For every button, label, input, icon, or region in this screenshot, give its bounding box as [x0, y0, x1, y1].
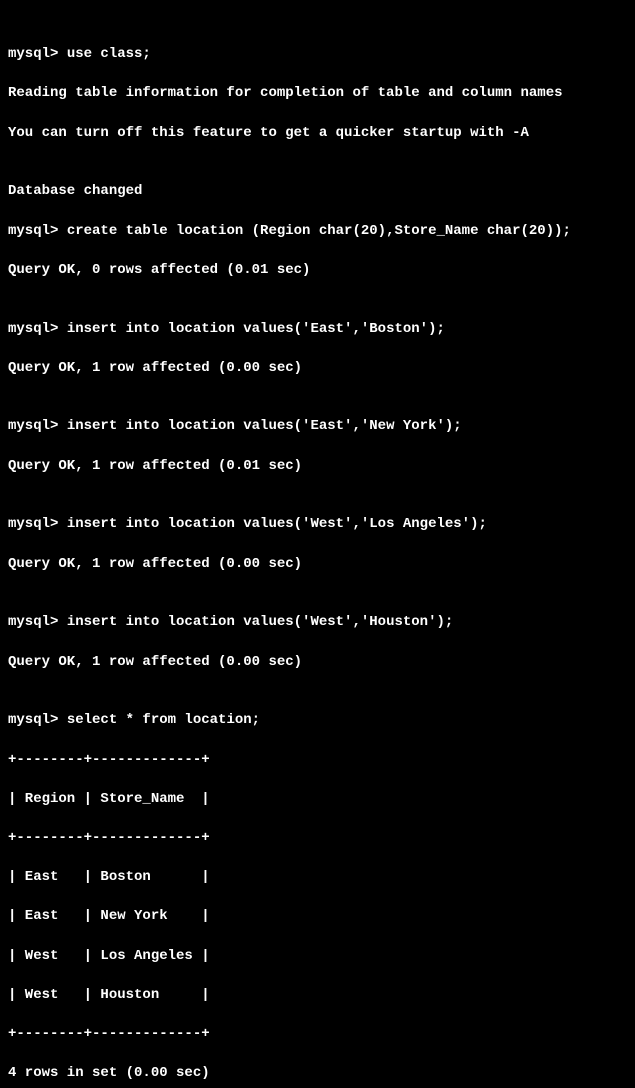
response-2: Query OK, 0 rows affected (0.01 sec) — [8, 261, 627, 281]
info-line-1: Reading table information for completion… — [8, 84, 627, 104]
cmd-line-7: mysql> select * from location; — [8, 711, 627, 731]
response-5: Query OK, 1 row affected (0.00 sec) — [8, 555, 627, 575]
response-4: Query OK, 1 row affected (0.01 sec) — [8, 457, 627, 477]
response-6: Query OK, 1 row affected (0.00 sec) — [8, 653, 627, 673]
cmd-insert-2[interactable]: insert into location values('East','New … — [67, 418, 462, 434]
prompt: mysql> — [8, 223, 67, 239]
cmd-line-2: mysql> create table location (Region cha… — [8, 222, 627, 242]
cmd-line-1: mysql> use class; — [8, 45, 627, 65]
table-row: | East | Boston | — [8, 868, 627, 888]
table-header: | Region | Store_Name | — [8, 790, 627, 810]
cmd-line-3: mysql> insert into location values('East… — [8, 320, 627, 340]
table-border-mid: +--------+-------------+ — [8, 829, 627, 849]
cmd-insert-1[interactable]: insert into location values('East','Bost… — [67, 321, 445, 337]
cmd-line-4: mysql> insert into location values('East… — [8, 417, 627, 437]
cmd-line-6: mysql> insert into location values('West… — [8, 613, 627, 633]
cmd-insert-4[interactable]: insert into location values('West','Hous… — [67, 614, 453, 630]
table-footer: 4 rows in set (0.00 sec) — [8, 1064, 627, 1084]
table-border-bottom: +--------+-------------+ — [8, 1025, 627, 1045]
cmd-line-5: mysql> insert into location values('West… — [8, 515, 627, 535]
cmd-create[interactable]: create table location (Region char(20),S… — [67, 223, 571, 239]
prompt: mysql> — [8, 614, 67, 630]
info-line-2: You can turn off this feature to get a q… — [8, 124, 627, 144]
table-row: | West | Los Angeles | — [8, 947, 627, 967]
cmd-use[interactable]: use class; — [67, 46, 151, 62]
prompt: mysql> — [8, 712, 67, 728]
prompt: mysql> — [8, 418, 67, 434]
prompt: mysql> — [8, 321, 67, 337]
cmd-select[interactable]: select * from location; — [67, 712, 260, 728]
prompt: mysql> — [8, 46, 67, 62]
table-row: | West | Houston | — [8, 986, 627, 1006]
db-changed: Database changed — [8, 182, 627, 202]
cmd-insert-3[interactable]: insert into location values('West','Los … — [67, 516, 487, 532]
response-3: Query OK, 1 row affected (0.00 sec) — [8, 359, 627, 379]
table-border-top: +--------+-------------+ — [8, 751, 627, 771]
prompt: mysql> — [8, 516, 67, 532]
table-row: | East | New York | — [8, 907, 627, 927]
